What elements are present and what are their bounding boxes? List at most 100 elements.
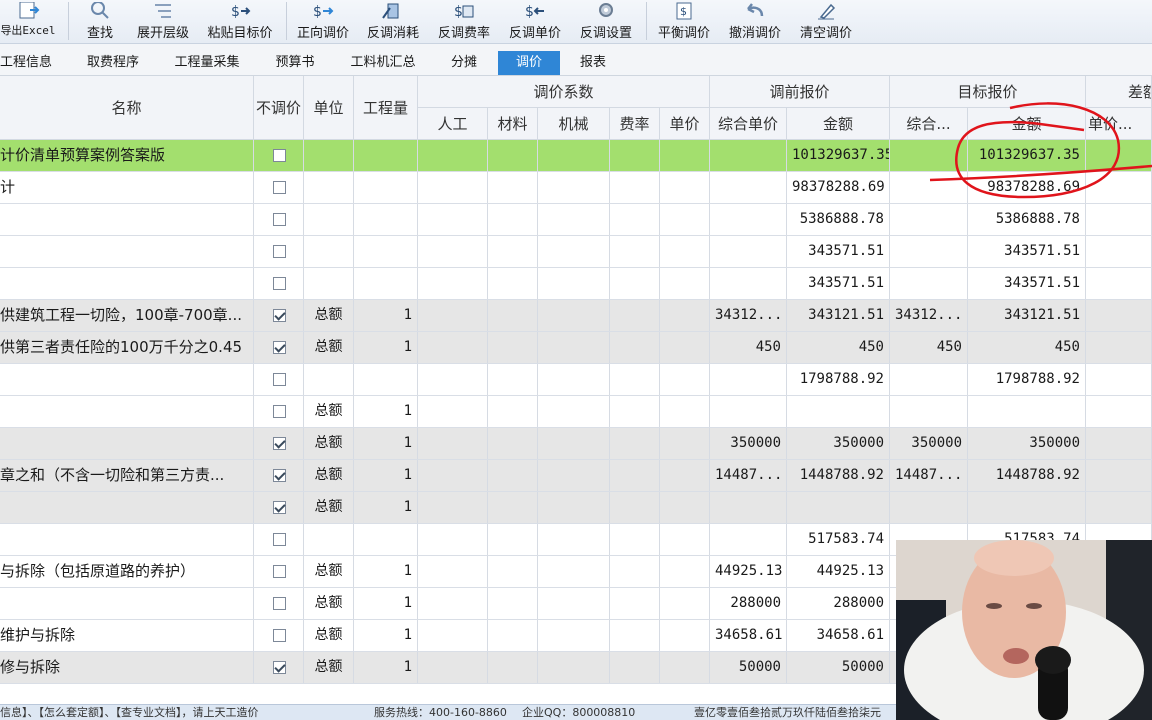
cell-pre-amount[interactable]: 517583.74 <box>787 524 890 555</box>
table-row[interactable]: 总额 1 <box>0 492 1152 524</box>
table-row[interactable]: 总额 1 350000 350000 350000 350000 <box>0 428 1152 460</box>
cell-coef-material[interactable] <box>488 332 538 363</box>
cell-name[interactable]: 供第三者责任险的100万千分之0.45 <box>0 332 254 363</box>
cell-quantity[interactable] <box>354 140 418 171</box>
cell-diff-unit-price[interactable] <box>1086 332 1152 363</box>
cell-name[interactable] <box>0 396 254 427</box>
cell-target-amount[interactable]: 1448788.92 <box>968 460 1086 491</box>
cell-coef-material[interactable] <box>488 300 538 331</box>
cell-unit[interactable] <box>304 172 354 203</box>
expand-levels-button[interactable]: 展开层级 <box>133 0 193 43</box>
cell-coef-labor[interactable] <box>418 588 488 619</box>
cell-pre-unit-price[interactable]: 350000 <box>710 428 787 459</box>
cell-coef-machine[interactable] <box>538 268 610 299</box>
cell-coef-rate[interactable] <box>610 300 660 331</box>
cell-pre-amount[interactable]: 450 <box>787 332 890 363</box>
cell-target-amount[interactable]: 450 <box>968 332 1086 363</box>
cell-coef-machine[interactable] <box>538 588 610 619</box>
cell-target-amount[interactable]: 343571.51 <box>968 236 1086 267</box>
cell-coef-machine[interactable] <box>538 396 610 427</box>
cell-name[interactable] <box>0 268 254 299</box>
header-pre-unit-price[interactable]: 综合单价 <box>710 108 787 140</box>
cell-pre-unit-price[interactable] <box>710 236 787 267</box>
cell-pre-unit-price[interactable] <box>710 396 787 427</box>
cell-coef-material[interactable] <box>488 460 538 491</box>
cell-unit[interactable]: 总额 <box>304 428 354 459</box>
cell-coef-unit-price[interactable] <box>660 300 710 331</box>
cell-pre-unit-price[interactable]: 44925.13 <box>710 556 787 587</box>
cell-unit[interactable] <box>304 236 354 267</box>
cell-name[interactable]: 维护与拆除 <box>0 620 254 651</box>
cell-unit[interactable] <box>304 204 354 235</box>
no-adjust-checkbox[interactable] <box>273 533 286 546</box>
header-unit[interactable]: 单位 <box>304 76 354 140</box>
no-adjust-checkbox[interactable] <box>273 629 286 642</box>
no-adjust-checkbox[interactable] <box>273 341 286 354</box>
tab-resource-summary[interactable]: 工料机汇总 <box>346 51 420 75</box>
no-adjust-checkbox[interactable] <box>273 405 286 418</box>
cell-pre-amount[interactable] <box>787 396 890 427</box>
cell-coef-machine[interactable] <box>538 652 610 683</box>
header-no-adjust[interactable]: 不调价 <box>254 76 304 140</box>
table-row[interactable]: 章之和（不含一切险和第三方责... 总额 1 14487... 1448788.92 14… <box>0 460 1152 492</box>
cell-diff-unit-price[interactable] <box>1086 140 1152 171</box>
cell-diff-unit-price[interactable] <box>1086 428 1152 459</box>
cell-coef-material[interactable] <box>488 556 538 587</box>
cell-coef-labor[interactable] <box>418 620 488 651</box>
cell-name[interactable] <box>0 492 254 523</box>
cell-coef-labor[interactable] <box>418 204 488 235</box>
tab-budget-book[interactable]: 预算书 <box>268 51 322 75</box>
cell-target-unit-price[interactable] <box>890 140 968 171</box>
cell-coef-material[interactable] <box>488 268 538 299</box>
cell-coef-labor[interactable] <box>418 300 488 331</box>
cell-coef-unit-price[interactable] <box>660 492 710 523</box>
cell-pre-unit-price[interactable] <box>710 524 787 555</box>
header-coef-machine[interactable]: 机械 <box>538 108 610 140</box>
cell-coef-machine[interactable] <box>538 204 610 235</box>
cell-coef-rate[interactable] <box>610 364 660 395</box>
cell-name[interactable]: 供建筑工程一切险，100章-700章... <box>0 300 254 331</box>
search-button[interactable]: 查找 <box>76 0 124 43</box>
cell-quantity[interactable]: 1 <box>354 300 418 331</box>
cell-coef-rate[interactable] <box>610 268 660 299</box>
cell-pre-amount[interactable]: 1798788.92 <box>787 364 890 395</box>
cell-coef-material[interactable] <box>488 492 538 523</box>
no-adjust-checkbox[interactable] <box>273 437 286 450</box>
cell-coef-unit-price[interactable] <box>660 556 710 587</box>
reverse-rate-button[interactable]: $ 反调费率 <box>434 0 494 43</box>
cell-pre-unit-price[interactable] <box>710 364 787 395</box>
header-name[interactable]: 名称 <box>0 76 254 140</box>
cell-name[interactable]: 计 <box>0 172 254 203</box>
cell-coef-rate[interactable] <box>610 524 660 555</box>
cell-coef-rate[interactable] <box>610 428 660 459</box>
cell-unit[interactable] <box>304 524 354 555</box>
table-row[interactable]: 供第三者责任险的100万千分之0.45 总额 1 450 450 450 450 <box>0 332 1152 364</box>
tab-fee-program[interactable]: 取费程序 <box>82 51 144 75</box>
forward-adjust-button[interactable]: $ 正向调价 <box>294 0 352 43</box>
header-coef-labor[interactable]: 人工 <box>418 108 488 140</box>
tab-price-adjust[interactable]: 调价 <box>498 51 560 75</box>
cell-unit[interactable]: 总额 <box>304 556 354 587</box>
table-row[interactable]: 1798788.92 1798788.92 <box>0 364 1152 396</box>
reverse-settings-button[interactable]: 反调设置 <box>576 0 636 43</box>
cell-coef-material[interactable] <box>488 588 538 619</box>
cell-pre-amount[interactable]: 98378288.69 <box>787 172 890 203</box>
cell-diff-unit-price[interactable] <box>1086 204 1152 235</box>
cell-name[interactable] <box>0 364 254 395</box>
cell-pre-unit-price[interactable] <box>710 268 787 299</box>
table-row[interactable]: 343571.51 343571.51 <box>0 268 1152 300</box>
cell-name[interactable] <box>0 236 254 267</box>
cell-target-unit-price[interactable]: 450 <box>890 332 968 363</box>
cell-target-amount[interactable]: 343121.51 <box>968 300 1086 331</box>
header-coef-material[interactable]: 材料 <box>488 108 538 140</box>
cell-coef-labor[interactable] <box>418 332 488 363</box>
cell-coef-labor[interactable] <box>418 524 488 555</box>
cell-coef-labor[interactable] <box>418 172 488 203</box>
cell-coef-machine[interactable] <box>538 172 610 203</box>
table-row[interactable]: 计 98378288.69 98378288.69 <box>0 172 1152 204</box>
cell-coef-material[interactable] <box>488 172 538 203</box>
cell-pre-unit-price[interactable]: 450 <box>710 332 787 363</box>
cell-coef-rate[interactable] <box>610 556 660 587</box>
cell-pre-amount[interactable]: 343571.51 <box>787 236 890 267</box>
table-row[interactable]: 总额 1 <box>0 396 1152 428</box>
